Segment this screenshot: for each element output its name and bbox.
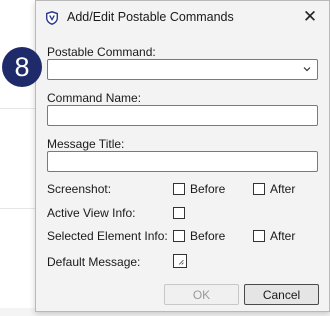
default-message-checkbox[interactable]	[173, 254, 187, 268]
postable-command-value[interactable]	[48, 60, 317, 79]
screenshot-after-label: After	[270, 182, 296, 196]
command-name-field[interactable]	[47, 105, 318, 126]
active-view-info-label: Active View Info:	[47, 206, 136, 220]
chevron-down-icon[interactable]	[302, 63, 312, 75]
cancel-button[interactable]: Cancel	[244, 284, 319, 305]
command-name-label: Command Name:	[47, 91, 142, 105]
postable-command-dropdown[interactable]	[47, 59, 318, 80]
add-edit-postable-commands-dialog: Add/Edit Postable Commands ✕ Postable Co…	[35, 0, 330, 312]
screenshot-before-checkbox[interactable]	[173, 183, 185, 195]
message-title-field[interactable]	[47, 151, 318, 172]
selected-element-after-label: After	[270, 229, 296, 243]
step-number-badge: 8	[2, 47, 42, 87]
active-view-info-checkbox[interactable]	[173, 207, 185, 219]
postable-command-label: Postable Command:	[47, 45, 156, 59]
background-divider	[0, 208, 36, 209]
close-icon: ✕	[302, 7, 318, 26]
selected-element-info-label: Selected Element Info:	[47, 229, 168, 243]
command-name-input[interactable]	[48, 106, 317, 125]
selected-element-after-checkbox[interactable]	[253, 230, 265, 242]
resize-grip-icon	[178, 259, 184, 265]
selected-element-before-checkbox[interactable]	[173, 230, 185, 242]
selected-element-before-label: Before	[190, 229, 226, 243]
ok-button[interactable]: OK	[164, 284, 239, 305]
screenshot-label: Screenshot:	[47, 182, 112, 196]
shield-v-icon	[46, 11, 58, 25]
message-title-input[interactable]	[48, 152, 317, 171]
screenshot-after-checkbox[interactable]	[253, 183, 265, 195]
close-button[interactable]: ✕	[291, 1, 329, 33]
dialog-titlebar[interactable]: Add/Edit Postable Commands ✕	[36, 1, 329, 34]
dialog-title: Add/Edit Postable Commands	[67, 10, 234, 24]
default-message-label: Default Message:	[47, 255, 141, 269]
background-divider	[0, 108, 36, 109]
screenshot-before-label: Before	[190, 182, 226, 196]
message-title-label: Message Title:	[47, 137, 125, 151]
